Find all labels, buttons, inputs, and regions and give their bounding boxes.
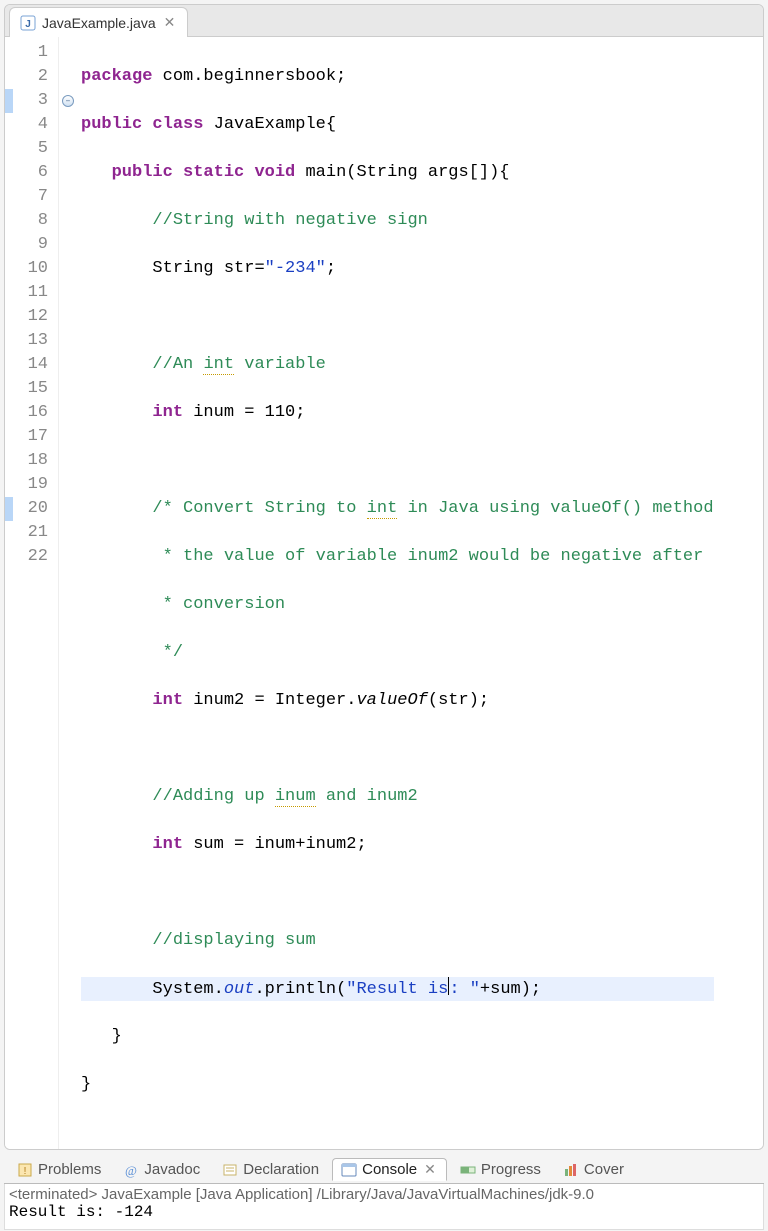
console-icon: [341, 1162, 357, 1178]
editor-panel: J JavaExample.java ✕ 1 2 3 4 5 6 7 8 9 1…: [4, 4, 764, 1150]
editor-tab-bar: J JavaExample.java ✕: [5, 5, 763, 37]
line-number-gutter: 1 2 3 4 5 6 7 8 9 10 11 12 13 14 15 16 1…: [13, 37, 59, 1149]
bottom-panel: ! Problems @ Javadoc Declaration Console…: [4, 1156, 764, 1230]
javadoc-icon: @: [123, 1162, 139, 1178]
svg-text:J: J: [25, 19, 31, 30]
problems-icon: !: [17, 1162, 33, 1178]
tab-console[interactable]: Console ✕: [332, 1158, 447, 1181]
close-view-icon[interactable]: ✕: [422, 1161, 438, 1178]
tab-coverage-label: Cover: [584, 1161, 624, 1178]
tab-problems-label: Problems: [38, 1161, 101, 1178]
console-stdout-line: Result is: -124: [9, 1203, 759, 1221]
tab-declaration[interactable]: Declaration: [213, 1158, 328, 1181]
tab-declaration-label: Declaration: [243, 1161, 319, 1178]
file-tab-label: JavaExample.java: [42, 15, 156, 31]
file-tab-javaexample[interactable]: J JavaExample.java ✕: [9, 7, 188, 37]
tab-progress-label: Progress: [481, 1161, 541, 1178]
progress-icon: [460, 1162, 476, 1178]
fold-column: –: [59, 37, 77, 1149]
tab-coverage[interactable]: Cover: [554, 1158, 633, 1181]
view-tab-bar: ! Problems @ Javadoc Declaration Console…: [4, 1156, 764, 1184]
tab-javadoc[interactable]: @ Javadoc: [114, 1158, 209, 1181]
svg-text:!: !: [24, 1166, 27, 1177]
java-file-icon: J: [20, 15, 36, 31]
marker-column: [5, 37, 13, 1149]
console-output[interactable]: <terminated> JavaExample [Java Applicati…: [4, 1184, 764, 1230]
console-status-line: <terminated> JavaExample [Java Applicati…: [9, 1186, 759, 1203]
declaration-icon: [222, 1162, 238, 1178]
tab-javadoc-label: Javadoc: [144, 1161, 200, 1178]
tab-progress[interactable]: Progress: [451, 1158, 550, 1181]
svg-text:@: @: [125, 1163, 137, 1178]
close-tab-icon[interactable]: ✕: [162, 14, 178, 31]
code-content[interactable]: package com.beginnersbook; public class …: [77, 37, 714, 1149]
coverage-icon: [563, 1162, 579, 1178]
tab-problems[interactable]: ! Problems: [8, 1158, 110, 1181]
tab-console-label: Console: [362, 1161, 417, 1178]
fold-toggle-icon[interactable]: –: [62, 95, 74, 107]
code-editor[interactable]: 1 2 3 4 5 6 7 8 9 10 11 12 13 14 15 16 1…: [5, 37, 763, 1149]
